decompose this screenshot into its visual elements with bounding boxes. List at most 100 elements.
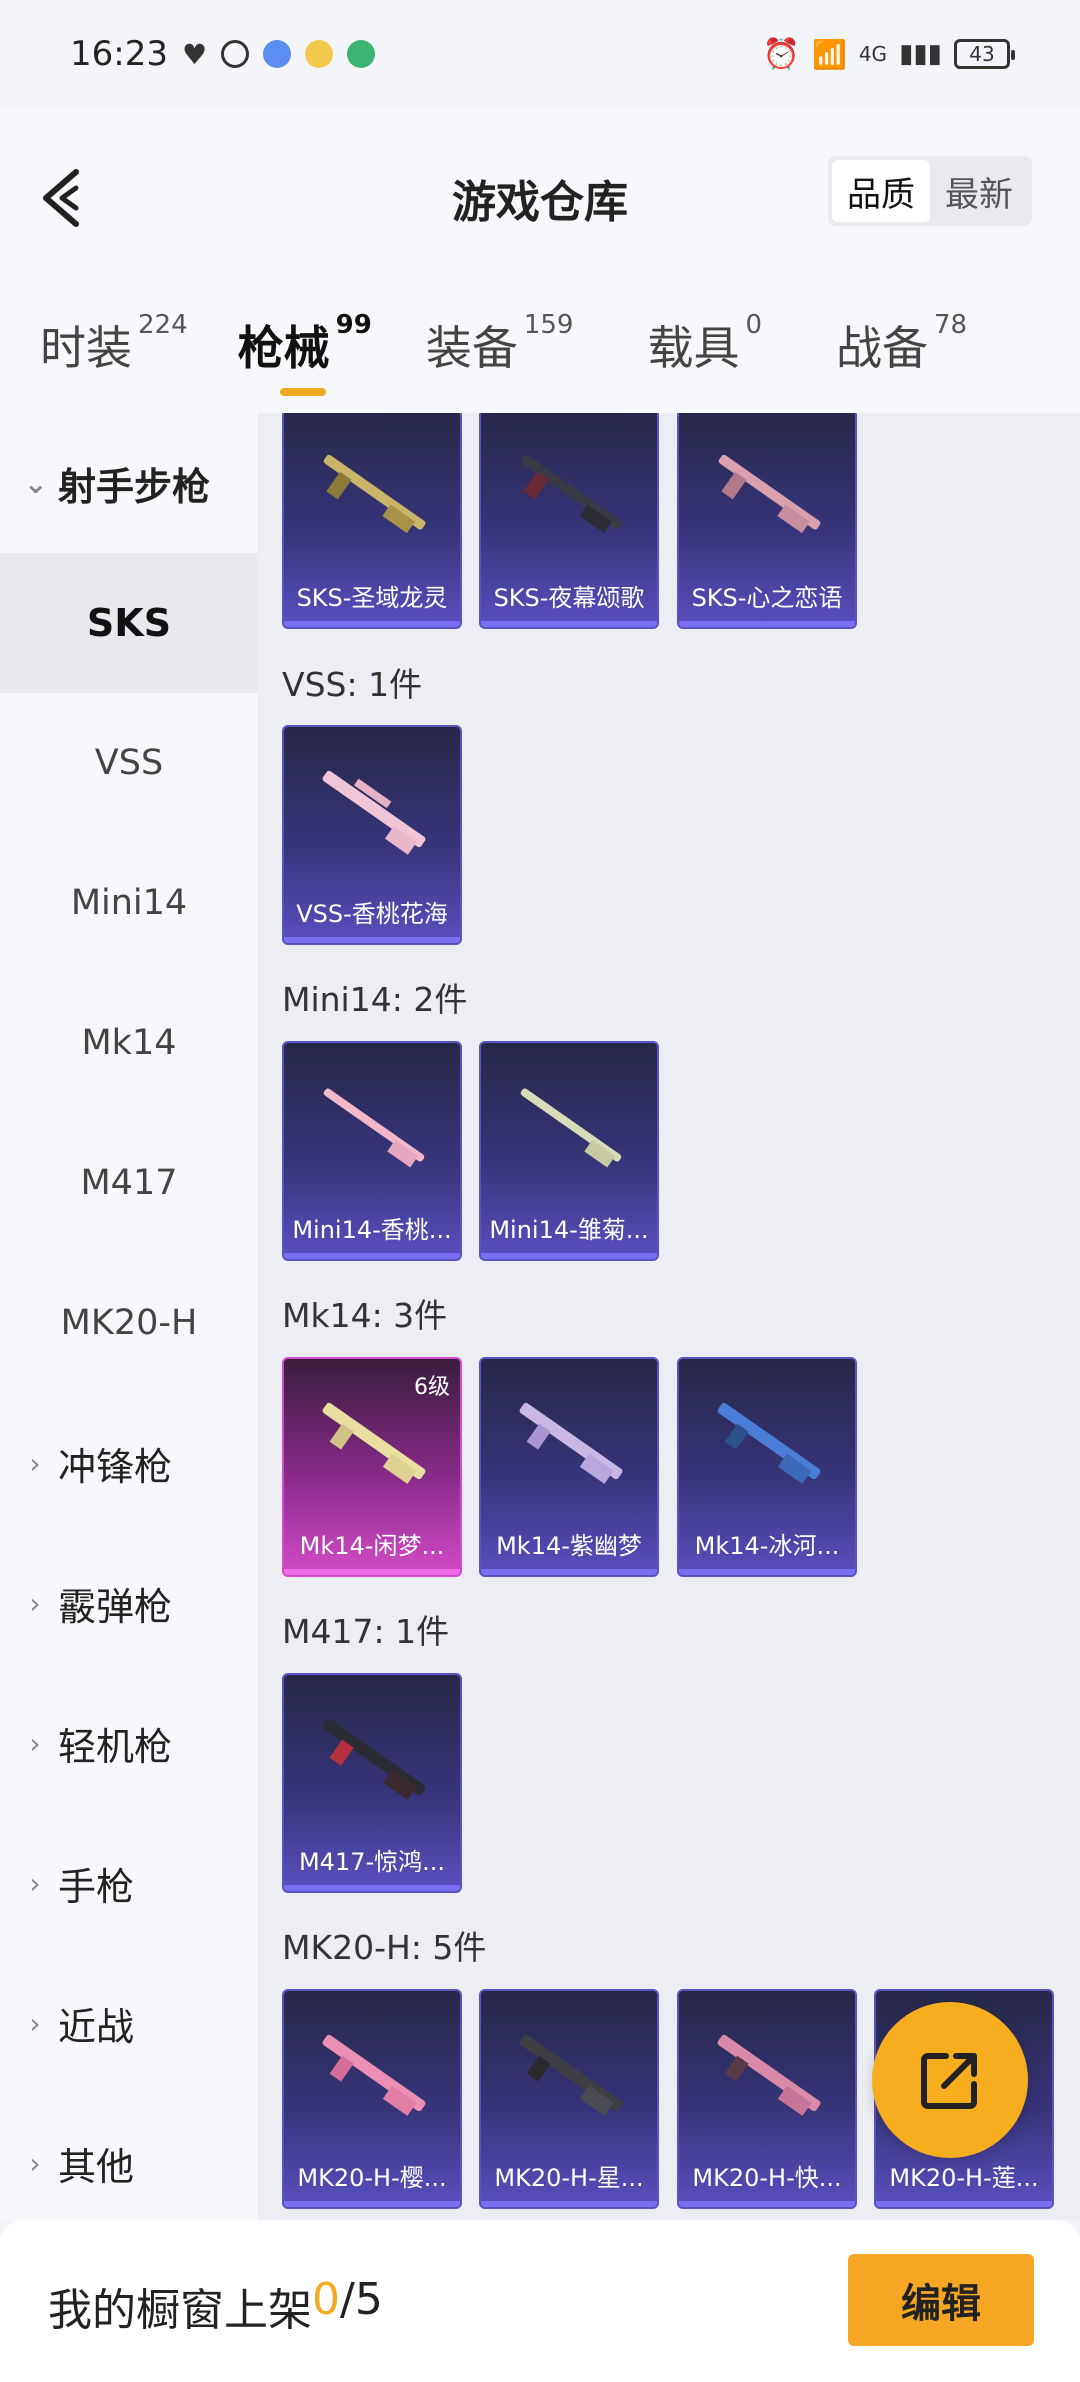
rifle-icon	[323, 454, 426, 534]
chevron-right-icon: ›	[29, 1586, 41, 1620]
rifle-icon	[520, 1088, 622, 1168]
skin-name: Mk14-冰河...	[694, 1532, 840, 1560]
sidebar-item-mk20h[interactable]: MK20-H	[0, 1253, 258, 1393]
skin-name: Mini14-香桃...	[292, 1216, 452, 1244]
sidebar-group-label: 近战	[58, 2004, 135, 2049]
sort-quality-button[interactable]: 品质	[832, 160, 930, 222]
tab-vehicles[interactable]: 载具 0	[647, 310, 763, 378]
skin-card[interactable]: Mini14-雏菊...	[479, 1041, 659, 1261]
sidebar-group-lmg[interactable]: › 轻机枪	[0, 1673, 258, 1813]
share-button[interactable]	[872, 2002, 1028, 2158]
bottom-bar: 我的橱窗上架 0 / 5 编辑	[0, 2220, 1080, 2382]
tab-count: 78	[934, 310, 968, 340]
tab-label: 时装	[40, 321, 132, 375]
skin-card[interactable]: Mk14-紫幽梦	[479, 1357, 659, 1577]
skin-name: MK20-H-莲...	[889, 2164, 1039, 2192]
app-icon-yellow	[305, 40, 334, 68]
showcase-label: 我的橱窗上架	[48, 2285, 312, 2336]
wifi-icon: 📶	[811, 37, 847, 71]
category-tabs: 时装 224 枪械 99 装备 159 载具 0 战备 78	[0, 278, 1080, 413]
rifle-icon	[717, 2034, 821, 2116]
skin-name: Mini14-雏菊...	[489, 1216, 649, 1244]
sidebar-group-smg[interactable]: › 冲锋枪	[0, 1393, 258, 1533]
sidebar-group-label: 冲锋枪	[58, 1444, 173, 1489]
rifle-icon	[519, 2034, 623, 2116]
sidebar-item-vss[interactable]: VSS	[0, 693, 258, 833]
skin-card[interactable]: 6级 Mk14-闲梦...	[282, 1357, 462, 1577]
sort-newest-button[interactable]: 最新	[930, 160, 1028, 222]
shield-check-icon	[347, 40, 376, 68]
chevron-right-icon: ›	[29, 1446, 41, 1480]
skin-name: SKS-心之恋语	[691, 584, 843, 612]
showcase-status: 我的橱窗上架 0 / 5	[48, 2274, 383, 2338]
chevron-right-icon: ›	[29, 1866, 41, 1900]
skin-card[interactable]: M417-惊鸿...	[282, 1673, 462, 1893]
hand-icon	[221, 40, 250, 68]
chevron-right-icon: ›	[29, 2146, 41, 2180]
tab-label: 载具	[647, 321, 740, 375]
skin-grid: SKS-圣域龙灵 SKS-夜幕颂歌 SKS-心之恋语 VSS: 1件 VSS-香…	[258, 413, 1080, 2220]
weapon-type-sidebar: ⌄ 射手步枪 SKS VSS Mini14 Mk14 M417 MK20-H ›…	[0, 413, 258, 2220]
active-tab-indicator	[279, 388, 326, 396]
skin-name: SKS-圣域龙灵	[296, 584, 448, 612]
sidebar-group-label: 其他	[58, 2144, 135, 2189]
tab-firearms[interactable]: 枪械 99	[237, 310, 372, 396]
skin-name: MK20-H-樱...	[297, 2164, 447, 2192]
sidebar-group-pistol[interactable]: › 手枪	[0, 1813, 258, 1953]
system-icons: ⏰ 📶 4G ▮▮▮ 43	[763, 37, 1015, 72]
sidebar-item-sks[interactable]: SKS	[0, 553, 258, 693]
sidebar-group-melee[interactable]: › 近战	[0, 1953, 258, 2093]
skin-card[interactable]: MK20-H-樱...	[282, 1989, 462, 2209]
network-type: 4G	[858, 42, 888, 66]
sidebar-item-mini14[interactable]: Mini14	[0, 833, 258, 973]
skin-card[interactable]: MK20-H-星...	[479, 1989, 659, 2209]
tab-equipment[interactable]: 装备 159	[425, 310, 574, 378]
skin-name: Mk14-紫幽梦	[496, 1532, 642, 1560]
rifle-icon	[322, 2034, 426, 2116]
sidebar-group-other[interactable]: › 其他	[0, 2093, 258, 2233]
section-heading-mk14: Mk14: 3件	[282, 1296, 448, 1335]
rifle-icon	[322, 770, 426, 855]
skin-name: MK20-H-星...	[494, 2164, 644, 2192]
rifle-icon	[717, 1402, 821, 1484]
tab-label: 装备	[425, 321, 518, 375]
section-heading-m417: M417: 1件	[282, 1612, 450, 1651]
rifle-icon	[322, 1718, 426, 1800]
section-heading-vss: VSS: 1件	[282, 665, 423, 704]
skin-card[interactable]: SKS-心之恋语	[677, 413, 857, 629]
tab-fashion[interactable]: 时装 224	[40, 310, 188, 378]
tab-label: 枪械	[237, 321, 330, 375]
skin-level-badge: 6级	[414, 1375, 450, 1400]
rifle-icon	[519, 1402, 623, 1484]
sidebar-item-m417[interactable]: M417	[0, 1113, 258, 1253]
notification-icons: ♥	[182, 38, 376, 71]
showcase-separator: /	[340, 2274, 355, 2325]
chevron-down-icon: ⌄	[24, 466, 48, 500]
showcase-total-count: 5	[354, 2274, 383, 2325]
skin-card[interactable]: SKS-夜幕颂歌	[479, 413, 659, 629]
skin-card[interactable]: Mk14-冰河...	[677, 1357, 857, 1577]
tab-count: 0	[745, 310, 763, 340]
app-icon-blue	[263, 40, 292, 68]
section-heading-mk20h: MK20-H: 5件	[282, 1928, 487, 1967]
skin-card[interactable]: MK20-H-快...	[677, 1989, 857, 2209]
showcase-used-count: 0	[312, 2274, 340, 2325]
sidebar-group-marksman-rifles[interactable]: ⌄ 射手步枪	[0, 413, 258, 553]
sidebar-group-shotgun[interactable]: › 霰弹枪	[0, 1533, 258, 1673]
sidebar-group-label: 手枪	[58, 1864, 135, 1909]
tab-supplies[interactable]: 战备 78	[836, 310, 968, 378]
app-header: 游戏仓库 品质 最新	[0, 108, 1080, 278]
edit-button[interactable]: 编辑	[848, 2254, 1034, 2346]
skin-name: SKS-夜幕颂歌	[493, 584, 645, 612]
tab-label: 战备	[836, 321, 929, 375]
sidebar-item-mk14[interactable]: Mk14	[0, 973, 258, 1113]
sort-toggle: 品质 最新	[828, 156, 1032, 226]
rifle-icon	[323, 1088, 425, 1168]
sidebar-group-label: 轻机枪	[58, 1724, 173, 1769]
chevron-right-icon: ›	[29, 2006, 41, 2040]
skin-card[interactable]: Mini14-香桃...	[282, 1041, 462, 1261]
signal-icon: ▮▮▮	[899, 39, 942, 69]
status-bar: 16:23 ♥ ⏰ 📶 4G ▮▮▮ 43	[0, 0, 1080, 108]
skin-card[interactable]: VSS-香桃花海	[282, 725, 462, 945]
skin-card[interactable]: SKS-圣域龙灵	[282, 413, 462, 629]
